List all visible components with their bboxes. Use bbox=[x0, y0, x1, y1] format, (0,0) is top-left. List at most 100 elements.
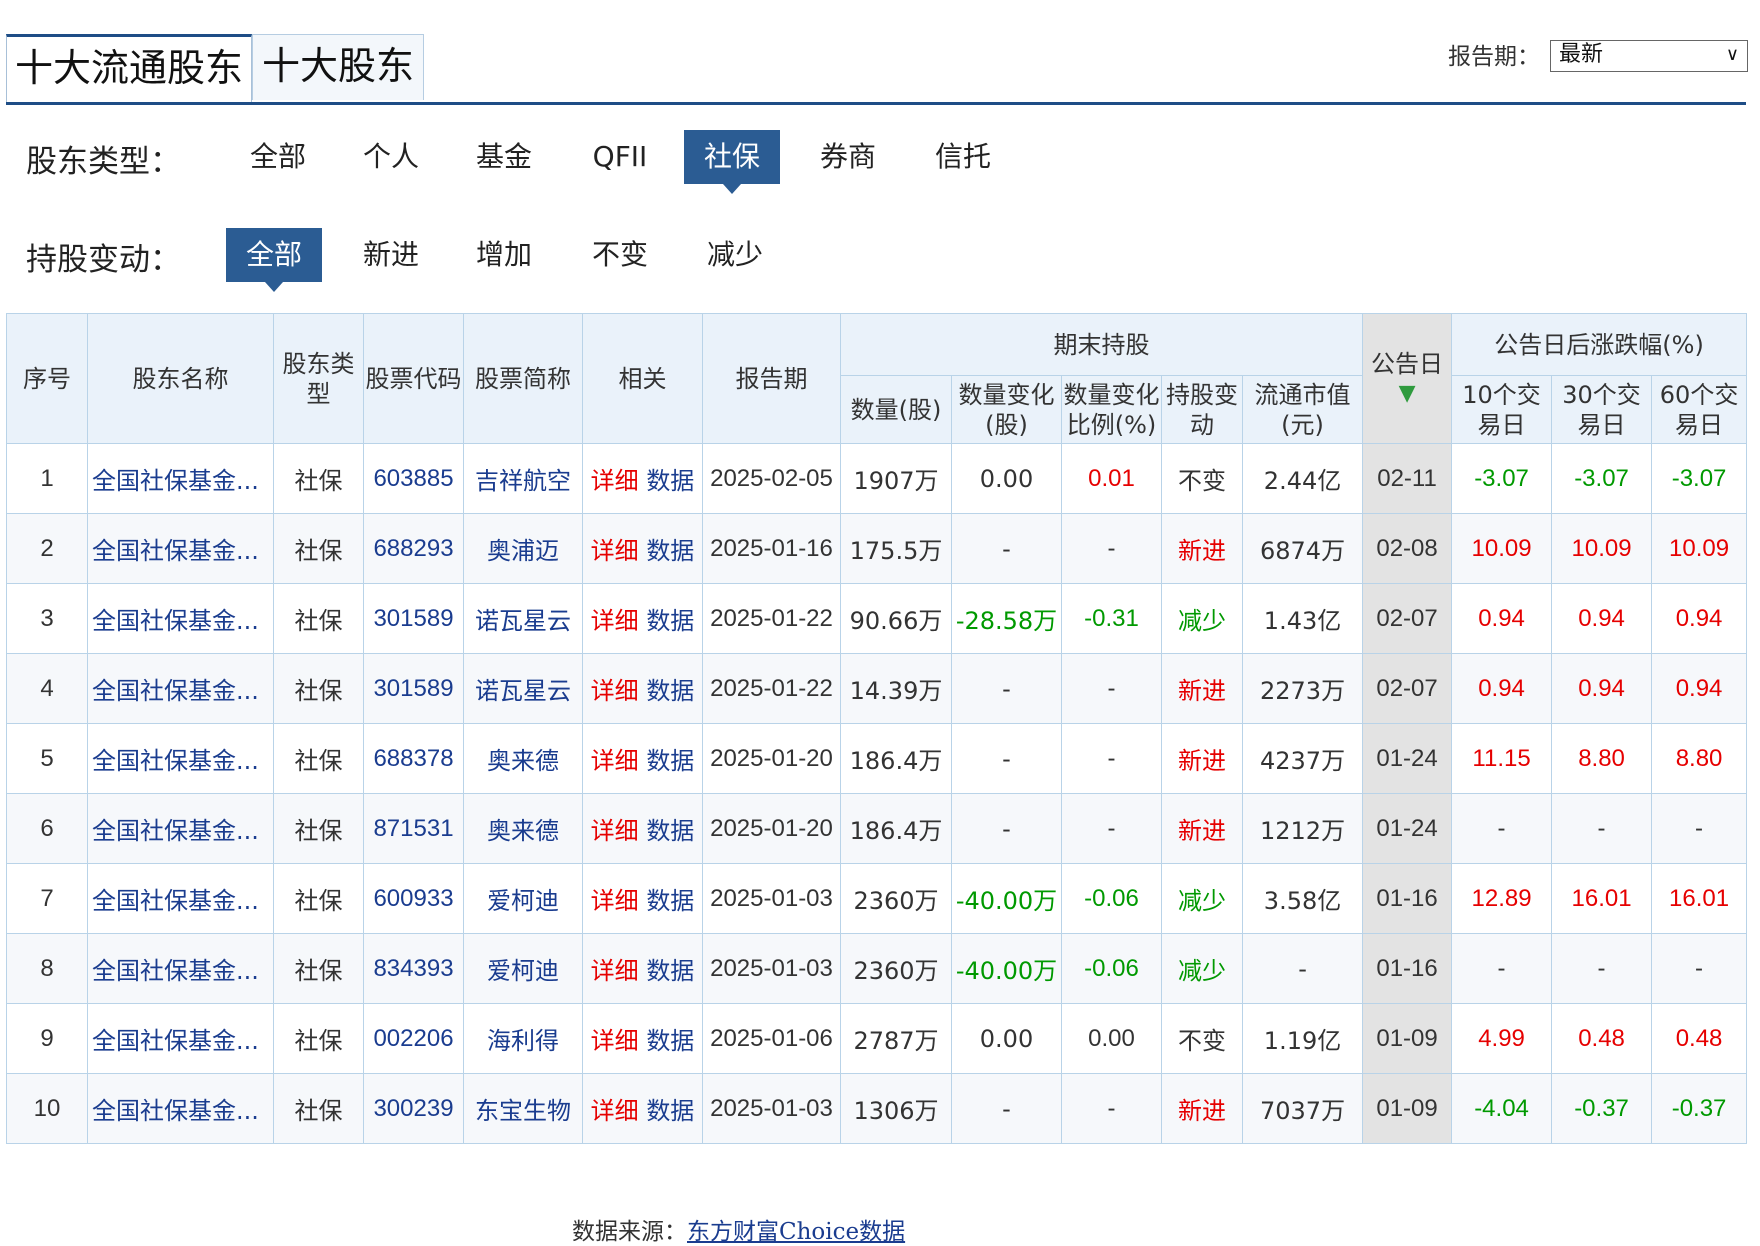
cell-holder-name[interactable]: 全国社保基金... bbox=[87, 443, 274, 514]
table-row: 7 全国社保基金... 社保 600933 爱柯迪 详细 数据 2025-01-03 2360… bbox=[6, 863, 1748, 934]
sort-down-icon[interactable]: ▼ bbox=[1363, 379, 1451, 409]
cell-qty: 186.4万 bbox=[840, 793, 952, 864]
detail-link[interactable]: 详细 bbox=[591, 607, 639, 635]
cell-stock-code[interactable]: 603885 bbox=[363, 443, 464, 514]
period-select[interactable]: 最新 ∨ bbox=[1550, 40, 1748, 72]
cell-market-value: 6874万 bbox=[1241, 513, 1364, 584]
holding-change-decrease[interactable]: 减少 bbox=[690, 228, 780, 282]
cell-holder-name[interactable]: 全国社保基金... bbox=[87, 513, 274, 584]
holding-change-increase[interactable]: 增加 bbox=[459, 228, 549, 282]
detail-link[interactable]: 详细 bbox=[591, 677, 639, 705]
detail-link[interactable]: 详细 bbox=[591, 537, 639, 565]
tab-top10-holders[interactable]: 十大股东 bbox=[252, 34, 424, 100]
cell-60d: - bbox=[1651, 933, 1748, 1004]
cell-report-period: 2025-01-20 bbox=[702, 723, 841, 794]
holder-type-social-security[interactable]: 社保 bbox=[684, 130, 780, 194]
cell-stock-code[interactable]: 688378 bbox=[363, 723, 464, 794]
cell-stock-code[interactable]: 871531 bbox=[363, 793, 464, 864]
cell-stock-short[interactable]: 爱柯迪 bbox=[463, 933, 583, 1004]
cell-qty: 90.66万 bbox=[840, 583, 952, 654]
cell-index: 1 bbox=[6, 443, 88, 514]
holder-type-title: 股东类型： bbox=[26, 144, 181, 180]
holder-type-trust[interactable]: 信托 bbox=[918, 130, 1008, 184]
data-link[interactable]: 数据 bbox=[646, 537, 694, 565]
data-link[interactable]: 数据 bbox=[646, 1027, 694, 1055]
cell-related: 详细 数据 bbox=[582, 793, 703, 864]
cell-ratio-change: 0.00 bbox=[1061, 1003, 1162, 1074]
detail-link[interactable]: 详细 bbox=[591, 817, 639, 845]
detail-link[interactable]: 详细 bbox=[591, 1097, 639, 1125]
cell-stock-short[interactable]: 奥来德 bbox=[463, 723, 583, 794]
holder-type-fund[interactable]: 基金 bbox=[459, 130, 549, 184]
cell-stock-short[interactable]: 奥来德 bbox=[463, 793, 583, 864]
cell-stock-code[interactable]: 301589 bbox=[363, 653, 464, 724]
cell-holder-type: 社保 bbox=[273, 1073, 364, 1144]
cell-stock-code[interactable]: 688293 bbox=[363, 513, 464, 584]
col-qty-change: 数量变化(股) bbox=[951, 375, 1062, 444]
table-row: 5 全国社保基金... 社保 688378 奥来德 详细 数据 2025-01-20 186.… bbox=[6, 723, 1748, 794]
holder-type-broker[interactable]: 券商 bbox=[803, 130, 893, 184]
cell-stock-short[interactable]: 吉祥航空 bbox=[463, 443, 583, 514]
cell-ratio-change: - bbox=[1061, 653, 1162, 724]
table-row: 3 全国社保基金... 社保 301589 诺瓦星云 详细 数据 2025-01-22 90.… bbox=[6, 583, 1748, 654]
cell-60d: 10.09 bbox=[1651, 513, 1748, 584]
cell-qty-change: 0.00 bbox=[951, 1003, 1062, 1074]
cell-stock-code[interactable]: 002206 bbox=[363, 1003, 464, 1074]
cell-holder-name[interactable]: 全国社保基金... bbox=[87, 1073, 274, 1144]
cell-related: 详细 数据 bbox=[582, 933, 703, 1004]
cell-stock-code[interactable]: 834393 bbox=[363, 933, 464, 1004]
detail-link[interactable]: 详细 bbox=[591, 1027, 639, 1055]
cell-10d: 4.99 bbox=[1451, 1003, 1553, 1074]
holder-type-all[interactable]: 全部 bbox=[233, 130, 323, 184]
cell-stock-code[interactable]: 301589 bbox=[363, 583, 464, 654]
col-group-holding: 期末持股 bbox=[839, 313, 1364, 376]
data-link[interactable]: 数据 bbox=[646, 747, 694, 775]
cell-index: 2 bbox=[6, 513, 88, 584]
detail-link[interactable]: 详细 bbox=[591, 957, 639, 985]
cell-10d: 12.89 bbox=[1451, 863, 1553, 934]
cell-holder-name[interactable]: 全国社保基金... bbox=[87, 583, 274, 654]
cell-qty-change: 0.00 bbox=[951, 443, 1062, 514]
data-link[interactable]: 数据 bbox=[646, 607, 694, 635]
cell-stock-short[interactable]: 海利得 bbox=[463, 1003, 583, 1074]
cell-holder-name[interactable]: 全国社保基金... bbox=[87, 793, 274, 864]
cell-holder-name[interactable]: 全国社保基金... bbox=[87, 723, 274, 794]
data-link[interactable]: 数据 bbox=[646, 467, 694, 495]
holder-type-qfii[interactable]: QFII bbox=[570, 130, 670, 184]
cell-stock-short[interactable]: 诺瓦星云 bbox=[463, 653, 583, 724]
tab-top10-float-holders[interactable]: 十大流通股东 bbox=[6, 34, 252, 102]
data-link[interactable]: 数据 bbox=[646, 817, 694, 845]
col-10d: 10个交易日 bbox=[1451, 375, 1553, 444]
holder-type-individual[interactable]: 个人 bbox=[346, 130, 436, 184]
cell-announce-date: 01-16 bbox=[1362, 863, 1453, 934]
detail-link[interactable]: 详细 bbox=[591, 467, 639, 495]
data-link[interactable]: 数据 bbox=[646, 1097, 694, 1125]
cell-stock-code[interactable]: 300239 bbox=[363, 1073, 464, 1144]
cell-holder-name[interactable]: 全国社保基金... bbox=[87, 863, 274, 934]
cell-holder-name[interactable]: 全国社保基金... bbox=[87, 933, 274, 1004]
cell-stock-short[interactable]: 东宝生物 bbox=[463, 1073, 583, 1144]
detail-link[interactable]: 详细 bbox=[591, 747, 639, 775]
holding-change-new[interactable]: 新进 bbox=[346, 228, 436, 282]
data-link[interactable]: 数据 bbox=[646, 887, 694, 915]
cell-stock-short[interactable]: 诺瓦星云 bbox=[463, 583, 583, 654]
cell-60d: 8.80 bbox=[1651, 723, 1748, 794]
holding-change-unchanged[interactable]: 不变 bbox=[575, 228, 665, 282]
cell-60d: -0.37 bbox=[1651, 1073, 1748, 1144]
detail-link[interactable]: 详细 bbox=[591, 887, 639, 915]
cell-holder-name[interactable]: 全国社保基金... bbox=[87, 653, 274, 724]
cell-stock-short[interactable]: 奥浦迈 bbox=[463, 513, 583, 584]
cell-stock-code[interactable]: 600933 bbox=[363, 863, 464, 934]
source-link[interactable]: 东方财富Choice数据 bbox=[687, 1219, 905, 1245]
cell-stock-short[interactable]: 爱柯迪 bbox=[463, 863, 583, 934]
cell-related: 详细 数据 bbox=[582, 513, 703, 584]
holding-change-all[interactable]: 全部 bbox=[226, 228, 322, 292]
cell-10d: - bbox=[1451, 933, 1553, 1004]
cell-holder-name[interactable]: 全国社保基金... bbox=[87, 1003, 274, 1074]
col-announce-date[interactable]: 公告日 ▼ bbox=[1362, 313, 1453, 444]
data-link[interactable]: 数据 bbox=[646, 957, 694, 985]
cell-report-period: 2025-02-05 bbox=[702, 443, 841, 514]
cell-qty-change: -28.58万 bbox=[951, 583, 1062, 654]
data-link[interactable]: 数据 bbox=[646, 677, 694, 705]
table-row: 8 全国社保基金... 社保 834393 爱柯迪 详细 数据 2025-01-03 2360… bbox=[6, 933, 1748, 1004]
